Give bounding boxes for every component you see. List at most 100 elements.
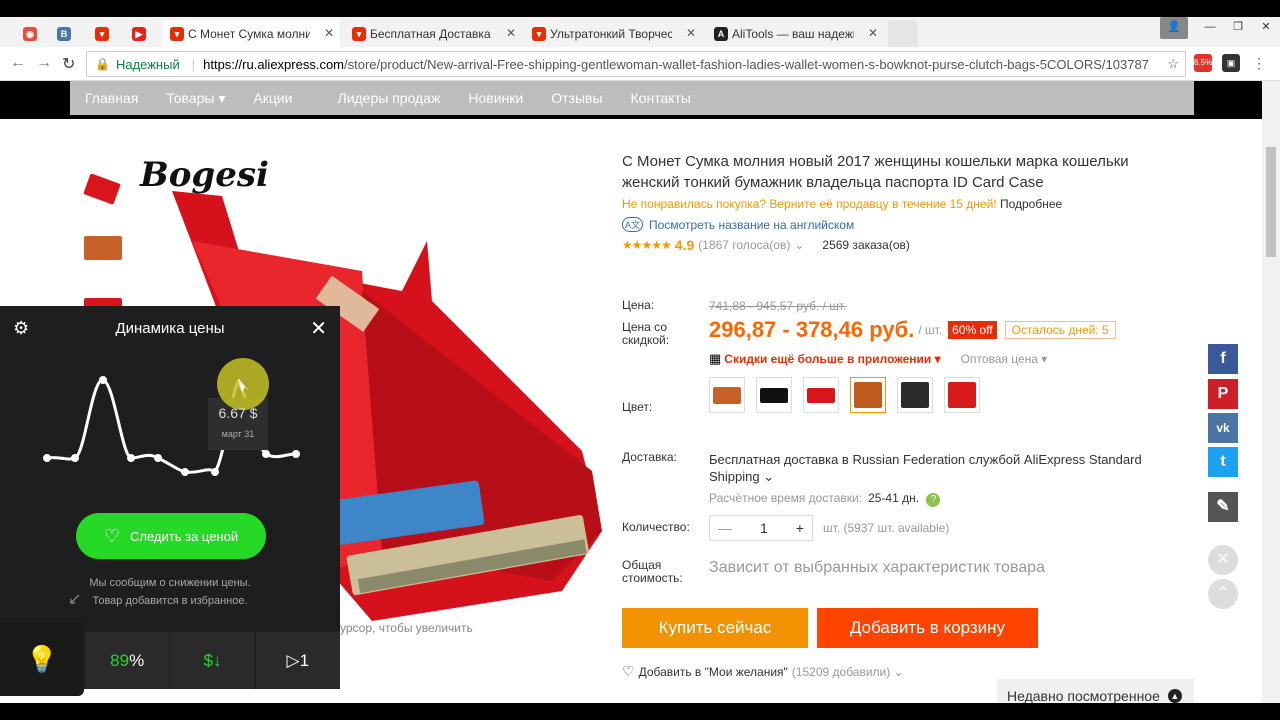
menu-icon[interactable]: ⋮ xyxy=(1250,54,1268,72)
app-discount-link[interactable]: Скидки ещё больше в приложении ▾ xyxy=(724,352,940,366)
color-swatch-5[interactable] xyxy=(897,377,933,413)
close-tab-icon[interactable]: ✕ xyxy=(686,26,696,40)
close-tab-icon[interactable]: ✕ xyxy=(506,26,516,40)
page-scrollbar[interactable] xyxy=(1262,81,1280,703)
color-swatch-1[interactable] xyxy=(709,377,745,413)
extensions: 8.5% ▣ ⋮ xyxy=(1194,54,1268,72)
window-controls: 👤 — ❐ ✕ xyxy=(1160,17,1280,39)
address-bar[interactable]: 🔒 Надежный | https://ru.aliexpress.com/s… xyxy=(86,51,1186,77)
pinterest-icon[interactable]: P xyxy=(1208,379,1238,409)
add-to-cart-button[interactable]: Добавить в корзину xyxy=(817,608,1038,648)
rating-percent-cell[interactable]: 89% xyxy=(84,632,169,689)
url-path: /store/product/New-arrival-Free-shipping… xyxy=(344,56,1149,72)
color-swatch-4[interactable] xyxy=(850,377,886,413)
tooltip-date: март 31 xyxy=(221,429,255,439)
thumbnail-1[interactable] xyxy=(80,168,124,206)
tooltip-price: 6.67 $ xyxy=(218,405,258,421)
thumbnail-2[interactable] xyxy=(80,228,124,266)
wholesale-price-link[interactable]: Оптовая цена ▾ xyxy=(961,352,1048,366)
quantity-stepper[interactable]: — 1 + xyxy=(709,515,813,541)
qty-value[interactable]: 1 xyxy=(760,520,768,536)
facebook-icon[interactable]: f xyxy=(1208,344,1238,374)
delivery-info: Бесплатная доставка в Russian Federation… xyxy=(709,451,1169,507)
tab-pinned-vk[interactable]: B xyxy=(49,20,79,47)
tab-pinned-youtube[interactable]: ▶ xyxy=(124,20,154,47)
alitools-extension-icon[interactable]: 8.5% xyxy=(1194,54,1212,72)
browser-window: ◉ B ▾ ▶ ▾ С Монет Сумка молния ✕ ▾ Беспл… xyxy=(0,17,1280,703)
tab-active[interactable]: ▾ С Монет Сумка молния ✕ xyxy=(162,20,340,47)
user-icon[interactable]: 👤 xyxy=(1160,17,1188,39)
nav-new[interactable]: Новинки xyxy=(468,90,523,106)
quantity-label: Количество: xyxy=(622,520,690,534)
help-icon[interactable]: ? xyxy=(926,493,941,507)
rating-percent-sign: % xyxy=(129,650,145,670)
delivery-text[interactable]: Бесплатная доставка в Russian Federation… xyxy=(709,451,1169,485)
tab-pinned-aliexpress[interactable]: ▾ xyxy=(87,20,117,47)
buy-now-button[interactable]: Купить сейчас xyxy=(622,608,808,648)
qr-code-icon: ▦ xyxy=(709,351,722,366)
nav-bestsellers[interactable]: Лидеры продаж xyxy=(338,90,441,106)
widget-title: Динамика цены xyxy=(115,320,225,337)
nav-promotions[interactable]: Акции xyxy=(253,90,292,106)
page-content: Главная Товары ▾ Акции Лидеры продаж Нов… xyxy=(0,81,1280,703)
close-icon[interactable]: ✕ xyxy=(310,316,327,341)
discount-price-label: Цена со скидкой: xyxy=(622,320,670,347)
tab-title: Ультратонкий Творческ xyxy=(550,26,672,41)
price-unit: / шт. xyxy=(918,323,943,337)
close-tab-icon[interactable]: ✕ xyxy=(324,26,334,40)
scrollbar-thumb[interactable] xyxy=(1266,147,1276,257)
purchase-panel: Цена: 741,88 - 945,57 руб. / шт. Цена со… xyxy=(622,81,1202,703)
tab-4[interactable]: A AliTools — ваш надежн ✕ xyxy=(706,20,884,47)
nav-products[interactable]: Товары ▾ xyxy=(166,90,225,107)
delivery-time-row: Расчётное время доставки: 25-41 дн. ? xyxy=(709,491,1169,507)
scroll-top-icon[interactable]: ⌃ xyxy=(1208,579,1238,609)
vk-icon[interactable]: vk xyxy=(1208,413,1238,443)
quantity-row: — 1 + шт. (5937 шт. available) xyxy=(709,515,949,541)
forward-icon[interactable]: → xyxy=(36,54,52,72)
extension-icon[interactable]: ▣ xyxy=(1222,54,1240,72)
tab-2[interactable]: ▾ Бесплатная Доставка Ку ✕ xyxy=(344,20,522,47)
new-tab-button[interactable] xyxy=(888,20,918,47)
price-drop-cell[interactable]: $↓ xyxy=(169,632,254,689)
nav-home[interactable]: Главная xyxy=(85,90,138,106)
tab-title: Бесплатная Доставка Ку xyxy=(370,26,492,41)
edit-icon[interactable]: ✎ xyxy=(1208,492,1238,522)
chevron-up-icon[interactable]: ▲ xyxy=(1167,689,1182,703)
wishlist-row[interactable]: ♡ Добавить в "Мои желания" (15209 добави… xyxy=(622,663,904,680)
qty-minus-button[interactable]: — xyxy=(718,520,732,536)
close-tab-icon[interactable]: ✕ xyxy=(868,26,878,40)
vk-icon: B xyxy=(57,27,71,41)
tab-3[interactable]: ▾ Ультратонкий Творческ ✕ xyxy=(524,20,702,47)
price-dynamics-widget: ⚙ Динамика цены ✕ 6.67 $ март 31 ♡ Следи… xyxy=(0,306,340,696)
lightbulb-icon[interactable]: 💡 xyxy=(0,622,84,696)
wishlist-link[interactable]: Добавить в "Мои желания" xyxy=(639,665,788,679)
color-swatch-3[interactable] xyxy=(803,377,839,413)
nav-reviews[interactable]: Отзывы xyxy=(551,90,602,106)
bookmark-star-icon[interactable]: ☆ xyxy=(1167,56,1179,72)
recently-viewed-bar[interactable]: Недавно посмотренное ▲ xyxy=(997,679,1194,703)
youtube-icon: ▶ xyxy=(132,27,146,41)
minimize-icon[interactable]: — xyxy=(1196,17,1224,39)
follow-price-button[interactable]: ♡ Следить за ценой xyxy=(76,513,266,559)
delivery-time-label: Расчётное время доставки: xyxy=(709,491,863,505)
wishlist-count: (15209 добавили) ⌄ xyxy=(791,664,904,679)
heart-icon[interactable]: ♡ xyxy=(622,663,635,680)
back-icon[interactable]: ← xyxy=(10,54,26,72)
maximize-icon[interactable]: ❐ xyxy=(1224,17,1252,39)
play-cell[interactable]: ▷1 xyxy=(254,632,340,689)
color-swatch-2[interactable] xyxy=(756,377,792,413)
widget-note: Мы сообщим о снижении цены. Товар добави… xyxy=(0,574,340,610)
qty-plus-button[interactable]: + xyxy=(796,520,804,536)
aliexpress-icon: ▾ xyxy=(170,27,184,41)
close-icon[interactable]: ✕ xyxy=(1208,545,1238,575)
close-window-icon[interactable]: ✕ xyxy=(1252,17,1280,39)
tab-pinned-1[interactable]: ◉ xyxy=(15,20,45,47)
app-discount-row: ▦ Скидки ещё больше в приложении ▾ Оптов… xyxy=(709,351,1047,367)
browser-toolbar: ← → ↻ 🔒 Надежный | https://ru.aliexpress… xyxy=(0,47,1280,81)
url-host: https://ru.aliexpress.com xyxy=(203,56,345,72)
twitter-icon[interactable]: t xyxy=(1208,447,1238,477)
color-swatches xyxy=(709,377,989,415)
total-label: Общая стоимость: xyxy=(622,558,683,585)
color-swatch-6[interactable] xyxy=(944,377,980,413)
reload-icon[interactable]: ↻ xyxy=(62,54,75,74)
